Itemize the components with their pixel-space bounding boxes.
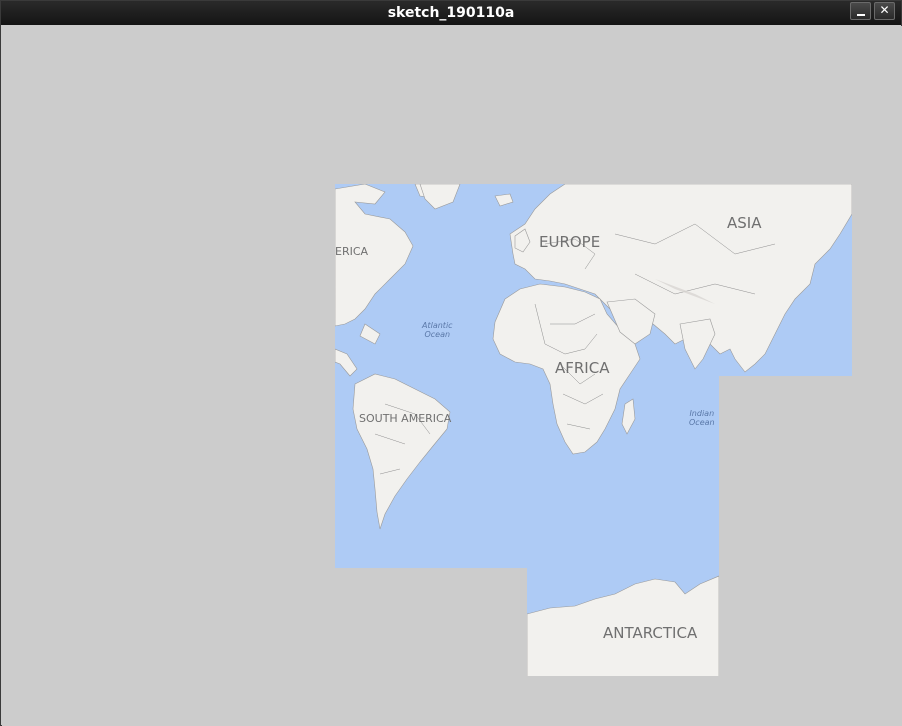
label-africa: AFRICA <box>555 359 610 377</box>
close-button[interactable]: ✕ <box>874 2 895 20</box>
title-bar[interactable]: sketch_190110a ✕ <box>1 1 901 25</box>
label-north-america: ERICA <box>335 245 369 258</box>
minimize-button[interactable] <box>850 2 871 20</box>
app-window: sketch_190110a ✕ ERICA EUROPE ASIA AFRIC… <box>0 0 902 726</box>
window-title: sketch_190110a <box>387 5 515 21</box>
label-south-america: SOUTH AMERICA <box>359 412 452 425</box>
close-icon: ✕ <box>879 3 890 17</box>
label-atlantic-ocean: Atlantic Ocean <box>422 321 453 339</box>
minimize-icon <box>857 14 865 16</box>
world-map <box>335 184 852 676</box>
sketch-canvas[interactable]: ERICA EUROPE ASIA AFRICA SOUTH AMERICA A… <box>2 26 902 726</box>
label-antarctica: ANTARCTICA <box>603 624 698 642</box>
label-asia: ASIA <box>727 214 762 232</box>
label-europe: EUROPE <box>539 233 601 251</box>
label-indian-ocean: Indian Ocean <box>689 409 715 427</box>
